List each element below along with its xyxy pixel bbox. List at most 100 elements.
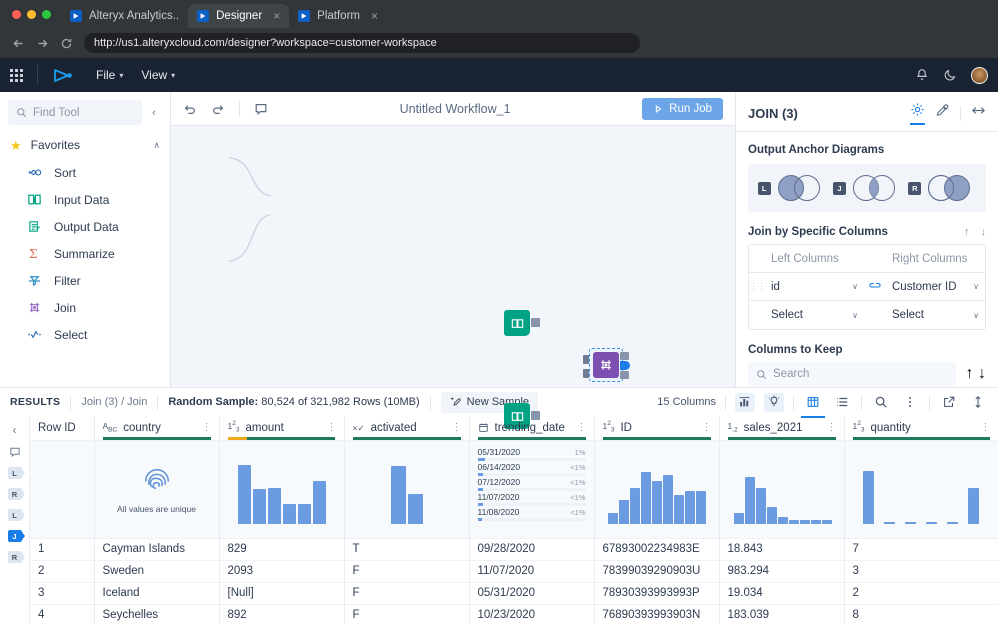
- browser-tab-alteryx-analytics[interactable]: Alteryx Analytics..: [61, 4, 188, 28]
- insights-icon[interactable]: [764, 393, 784, 412]
- move-down-icon[interactable]: ↓: [981, 226, 987, 238]
- list-view-icon[interactable]: [832, 393, 852, 412]
- column-menu-icon[interactable]: ⋮: [577, 423, 586, 433]
- results-breadcrumb[interactable]: Join (3) / Join: [81, 396, 147, 408]
- forward-icon[interactable]: [32, 33, 52, 53]
- comment-icon[interactable]: [254, 102, 268, 116]
- venn-right[interactable]: R: [908, 174, 976, 202]
- column-menu-icon[interactable]: ⋮: [202, 423, 211, 433]
- canvas-node-join-output-J[interactable]: [620, 361, 630, 370]
- column-header-activated[interactable]: ×✓ activated ⋮: [344, 416, 469, 440]
- column-header-country[interactable]: ABC country ⋮: [94, 416, 219, 440]
- workflow-title[interactable]: Untitled Workflow_1: [282, 102, 628, 116]
- grid-view-icon[interactable]: [803, 393, 823, 412]
- column-header-sales-2021[interactable]: 1.2 sales_2021 ⋮: [719, 416, 844, 440]
- tool-join[interactable]: Join: [0, 294, 170, 321]
- left-column-select-empty[interactable]: Select ∨: [765, 309, 864, 321]
- column-menu-icon[interactable]: ⋮: [452, 423, 461, 433]
- canvas-node-input-data-1[interactable]: [504, 310, 530, 336]
- move-up-icon[interactable]: ↑: [964, 226, 970, 238]
- search-icon[interactable]: [871, 393, 891, 412]
- column-menu-icon[interactable]: ⋮: [327, 423, 336, 433]
- tool-filter[interactable]: Filter: [0, 267, 170, 294]
- favorites-section-header[interactable]: ★ Favorites ∧: [0, 131, 170, 159]
- data-profile-icon[interactable]: [735, 393, 755, 412]
- collapse-rail-icon[interactable]: ‹: [13, 423, 17, 437]
- expand-collapse-icon[interactable]: [971, 103, 986, 124]
- maximize-window-dot[interactable]: [42, 10, 51, 19]
- move-up-icon[interactable]: ↑: [966, 365, 974, 382]
- join-mapping-row[interactable]: ⋮⋮ id ∨ Customer ID ∨: [749, 273, 985, 301]
- app-switcher-icon[interactable]: [10, 69, 23, 82]
- resize-panel-icon[interactable]: [968, 393, 988, 412]
- moon-icon[interactable]: [943, 68, 957, 82]
- tool-palette: Find Tool ‹ ★ Favorites ∧ Sort Input Dat…: [0, 92, 171, 387]
- more-options-icon[interactable]: [900, 393, 920, 412]
- find-tool-input[interactable]: Find Tool: [8, 100, 142, 125]
- join-mapping-row-empty[interactable]: Select ∨ Select ∨: [749, 301, 985, 329]
- table-row[interactable]: 1 Cayman Islands 829 T 09/28/2020 678930…: [30, 538, 998, 560]
- right-column-select[interactable]: Customer ID ∨: [886, 281, 985, 293]
- venn-left[interactable]: L: [758, 174, 826, 202]
- column-menu-icon[interactable]: ⋮: [827, 423, 836, 433]
- column-header-trending-date[interactable]: trending_date ⋮: [469, 416, 594, 440]
- sort-icon: [26, 165, 43, 180]
- table-row[interactable]: 4 Seychelles 892 F 10/23/2020 7689039399…: [30, 604, 998, 624]
- redo-icon[interactable]: [211, 102, 225, 116]
- tool-sort[interactable]: Sort: [0, 159, 170, 186]
- gear-icon[interactable]: [910, 102, 925, 125]
- profile-quantity: [844, 440, 998, 538]
- column-header-quantity[interactable]: 123 quantity ⋮: [844, 416, 998, 440]
- avatar[interactable]: [971, 67, 988, 84]
- menu-file[interactable]: File ▾: [96, 68, 123, 82]
- close-tab-icon[interactable]: ×: [371, 10, 378, 22]
- undo-icon[interactable]: [183, 102, 197, 116]
- tool-input-data[interactable]: Input Data: [0, 186, 170, 213]
- move-down-icon[interactable]: ↓: [978, 365, 986, 382]
- url-input[interactable]: http://us1.alteryxcloud.com/designer?wor…: [84, 33, 640, 53]
- columns-to-keep-search-input[interactable]: Search: [748, 362, 956, 386]
- browser-tab-designer[interactable]: Designer ×: [188, 4, 289, 28]
- close-tab-icon[interactable]: ×: [273, 10, 280, 22]
- rail-anchor-R2[interactable]: R: [8, 551, 22, 563]
- tool-summarize[interactable]: Σ Summarize: [0, 240, 170, 267]
- eyedropper-icon[interactable]: [935, 103, 950, 124]
- canvas-node-join-output-R[interactable]: [620, 371, 629, 379]
- workflow-canvas[interactable]: [171, 126, 735, 387]
- column-header-id[interactable]: 123 ID ⋮: [594, 416, 719, 440]
- run-job-button[interactable]: Run Job: [642, 98, 723, 120]
- back-icon[interactable]: [8, 33, 28, 53]
- canvas-node-join[interactable]: [589, 348, 623, 382]
- reload-icon[interactable]: [56, 33, 76, 53]
- browser-tab-platform[interactable]: Platform ×: [289, 4, 387, 28]
- menu-view[interactable]: View ▾: [141, 68, 175, 82]
- comment-icon[interactable]: [9, 446, 21, 458]
- bell-icon[interactable]: [915, 68, 929, 82]
- tool-output-data[interactable]: Output Data: [0, 213, 170, 240]
- minimize-window-dot[interactable]: [27, 10, 36, 19]
- results-label: RESULTS: [10, 396, 60, 408]
- right-column-select-empty[interactable]: Select ∨: [886, 309, 985, 321]
- rail-anchor-J[interactable]: J: [8, 530, 22, 542]
- drag-handle-icon[interactable]: ⋮⋮: [749, 281, 765, 292]
- table-row[interactable]: 3 Iceland [Null] F 05/31/2020 7893039399…: [30, 582, 998, 604]
- rail-anchor-R1[interactable]: R: [8, 488, 22, 500]
- column-menu-icon[interactable]: ⋮: [981, 423, 990, 433]
- column-label: quantity: [870, 422, 974, 434]
- column-header-amount[interactable]: 123 amount ⋮: [219, 416, 344, 440]
- rail-anchor-L1[interactable]: L: [8, 467, 22, 479]
- tool-select[interactable]: Select: [0, 321, 170, 348]
- close-window-dot[interactable]: [12, 10, 21, 19]
- rail-anchor-L2[interactable]: L: [8, 509, 22, 521]
- results-table-scroll[interactable]: Row ID ABC country ⋮: [30, 416, 998, 624]
- venn-join[interactable]: J: [833, 174, 901, 202]
- open-external-icon[interactable]: [939, 393, 959, 412]
- table-row[interactable]: 2 Sweden 2093 F 11/07/2020 7839903929090…: [30, 560, 998, 582]
- canvas-node-join-output-L[interactable]: [620, 352, 629, 360]
- column-menu-icon[interactable]: ⋮: [702, 423, 711, 433]
- collapse-panel-icon[interactable]: ‹: [146, 107, 162, 119]
- left-column-select[interactable]: id ∨: [765, 281, 864, 293]
- canvas-node-output-anchor-1[interactable]: [531, 318, 540, 327]
- frequency-item: 11/07/2020<1%: [478, 492, 586, 506]
- column-header-rowid[interactable]: Row ID: [30, 416, 94, 440]
